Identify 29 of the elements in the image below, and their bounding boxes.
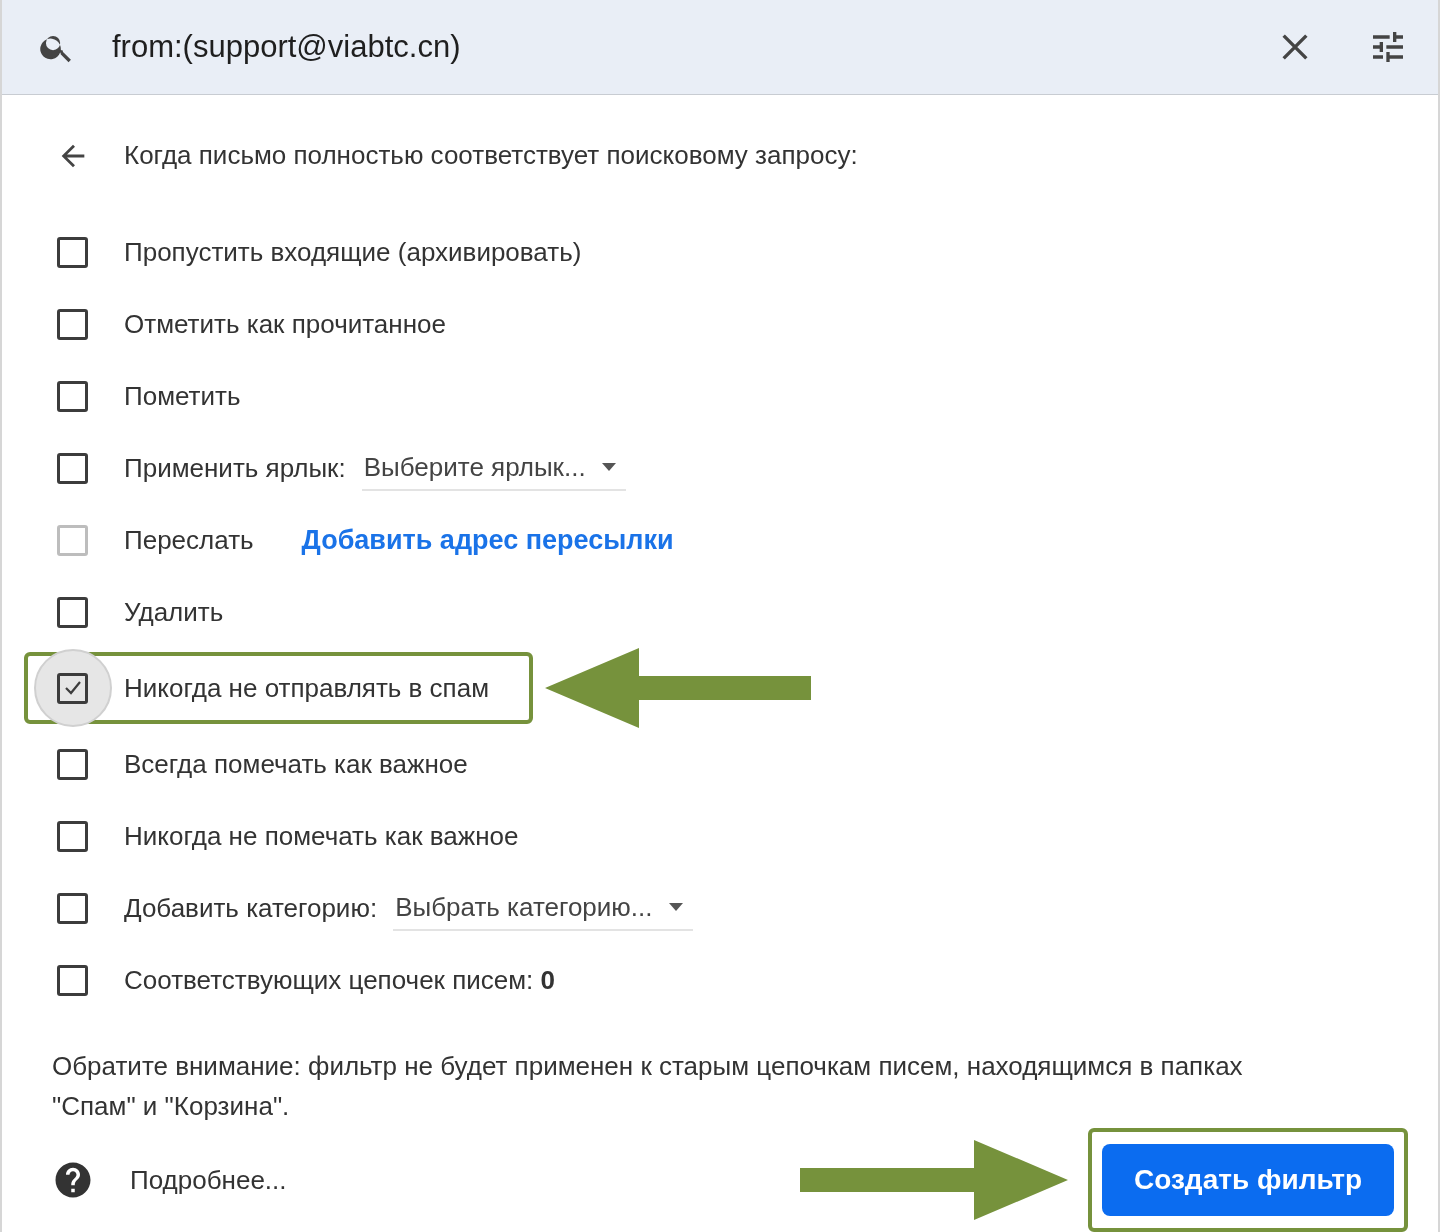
option-label: Соответствующих цепочек писем: 0 [124, 964, 556, 996]
option-label: Удалить [124, 596, 224, 628]
checkbox[interactable] [57, 964, 88, 996]
filter-heading: Когда письмо полностью соответствует поисковому запросу: [124, 140, 858, 171]
filter-note: Обратите внимание: фильтр не будет применен к старым цепочкам писем, находящимся в папках "Спам" и "Корзина". [52, 1050, 1244, 1123]
option-label: Пропустить входящие (архивировать) [124, 236, 582, 268]
caret-icon [668, 903, 683, 911]
option-label: Переслать [124, 524, 254, 556]
checkbox[interactable] [57, 236, 88, 268]
option-label: Всегда помечать как важное [124, 748, 468, 780]
checkbox[interactable] [57, 748, 88, 780]
create-filter-button[interactable]: Создать фильтр [1102, 1144, 1394, 1216]
option-label: Никогда не помечать как важное [124, 820, 519, 852]
checkbox[interactable] [57, 452, 88, 484]
dropdown[interactable]: Выбрать категорию... [393, 891, 693, 931]
checkbox[interactable] [57, 820, 88, 852]
option-label: Применить ярлык: [124, 452, 346, 484]
checkbox[interactable] [57, 308, 88, 340]
checkbox[interactable] [57, 672, 88, 704]
dropdown[interactable]: Выберите ярлык... [361, 451, 626, 491]
option-label: Никогда не отправлять в спам [124, 672, 490, 704]
option-label: Добавить категорию: [124, 892, 378, 924]
option-label: Пометить [124, 380, 241, 412]
checkbox[interactable] [57, 892, 88, 924]
checkbox[interactable] [57, 596, 88, 628]
checkbox[interactable] [57, 380, 88, 412]
option-label: Отметить как прочитанное [124, 308, 446, 340]
learn-more-link[interactable]: Подробнее... [130, 1164, 800, 1196]
caret-icon [601, 463, 616, 471]
